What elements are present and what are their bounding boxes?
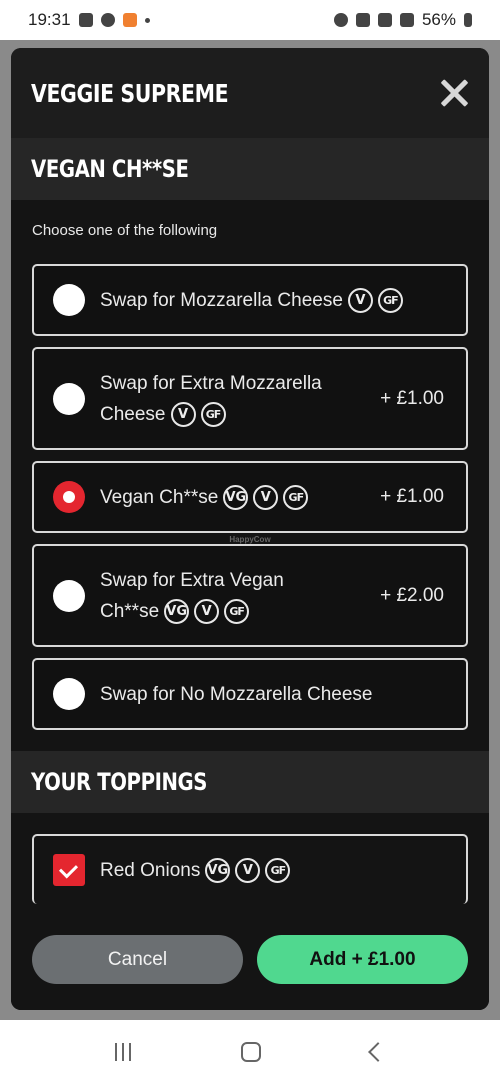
gluten-free-badge: GF — [283, 484, 309, 510]
radio-button[interactable] — [53, 579, 85, 612]
close-icon[interactable] — [439, 78, 469, 108]
app-notification-icon — [100, 13, 115, 27]
option-label: Swap for No Mozzarella Cheese — [100, 683, 373, 705]
status-bar: 19:31 56% — [0, 0, 500, 40]
gluten-free-badge: GF — [265, 857, 291, 883]
vegetarian-badge: V — [170, 401, 196, 427]
gluten-free-badge: GF — [200, 401, 226, 427]
modal-title: VEGGIE SUPREME — [31, 78, 229, 108]
radio-button[interactable] — [53, 382, 85, 415]
option-no-mozzarella[interactable]: Swap for No Mozzarella Cheese — [32, 658, 468, 730]
option-extra-vegan-cheese[interactable]: Swap for Extra Vegan Ch**se VG V GF + £2.00 — [32, 544, 468, 647]
wifi-icon — [377, 13, 392, 27]
home-icon[interactable] — [241, 1041, 261, 1062]
radio-button[interactable] — [53, 284, 85, 316]
radio-button-selected[interactable] — [53, 481, 85, 513]
vegan-badge: VG — [205, 857, 231, 883]
topping-red-onions[interactable]: Red Onions VG V GF — [32, 834, 468, 904]
option-extra-mozzarella[interactable]: Swap for Extra Mozzarella Cheese V GF + £1… — [32, 347, 468, 450]
vegetarian-badge: V — [194, 598, 220, 624]
option-label: Swap for Extra Vegan Ch**se — [100, 569, 284, 622]
section-header-toppings: YOUR TOPPINGS — [11, 751, 489, 813]
alarm-icon — [333, 13, 348, 27]
section-subtitle: Choose one of the following — [32, 222, 218, 239]
option-vegan-cheese[interactable]: Vegan Ch**se VG V GF + £1.00 — [32, 461, 468, 533]
gluten-free-badge: GF — [224, 598, 250, 624]
battery-icon — [464, 13, 472, 27]
cancel-button[interactable]: Cancel — [32, 935, 243, 984]
mute-icon — [355, 13, 370, 27]
radio-button[interactable] — [53, 678, 85, 710]
clock: 19:31 — [28, 10, 71, 29]
vegetarian-badge: V — [253, 484, 279, 510]
battery-level: 56% — [421, 10, 456, 29]
item-modal: VEGGIE SUPREME VEGAN CH**SE Choose one o… — [11, 48, 489, 1010]
checkbox-checked[interactable] — [53, 854, 85, 886]
more-notifications-icon — [144, 17, 150, 23]
option-price: + £1.00 — [380, 486, 444, 507]
vegetarian-badge: V — [347, 287, 373, 313]
option-price: + £2.00 — [380, 584, 444, 606]
app-badge-icon — [122, 13, 137, 27]
vegan-badge: VG — [164, 598, 190, 624]
watermark: HappyCow — [229, 535, 271, 544]
vegan-badge: VG — [223, 484, 249, 510]
recents-icon[interactable] — [115, 1042, 131, 1061]
modal-footer: Cancel Add + £1.00 — [11, 909, 489, 1010]
section-header-cheese: VEGAN CH**SE — [11, 138, 489, 200]
gallery-icon — [78, 13, 93, 27]
add-to-order-button[interactable]: Add + £1.00 — [257, 935, 468, 984]
system-nav-bar — [0, 1020, 500, 1083]
signal-icon — [399, 13, 414, 27]
topping-label: Red Onions — [100, 859, 201, 881]
vegetarian-badge: V — [235, 857, 261, 883]
section-title: VEGAN CH**SE — [31, 155, 189, 183]
cheese-options: Choose one of the following Swap for Moz… — [11, 200, 489, 730]
option-price: + £1.00 — [380, 387, 444, 409]
section-title: YOUR TOPPINGS — [31, 768, 208, 796]
modal-header: VEGGIE SUPREME — [11, 48, 489, 138]
option-mozzarella[interactable]: Swap for Mozzarella Cheese V GF — [32, 264, 468, 336]
option-label: Swap for Mozzarella Cheese — [100, 289, 343, 311]
gluten-free-badge: GF — [377, 287, 403, 313]
back-icon[interactable] — [368, 1041, 388, 1062]
option-label: Vegan Ch**se — [100, 486, 219, 508]
